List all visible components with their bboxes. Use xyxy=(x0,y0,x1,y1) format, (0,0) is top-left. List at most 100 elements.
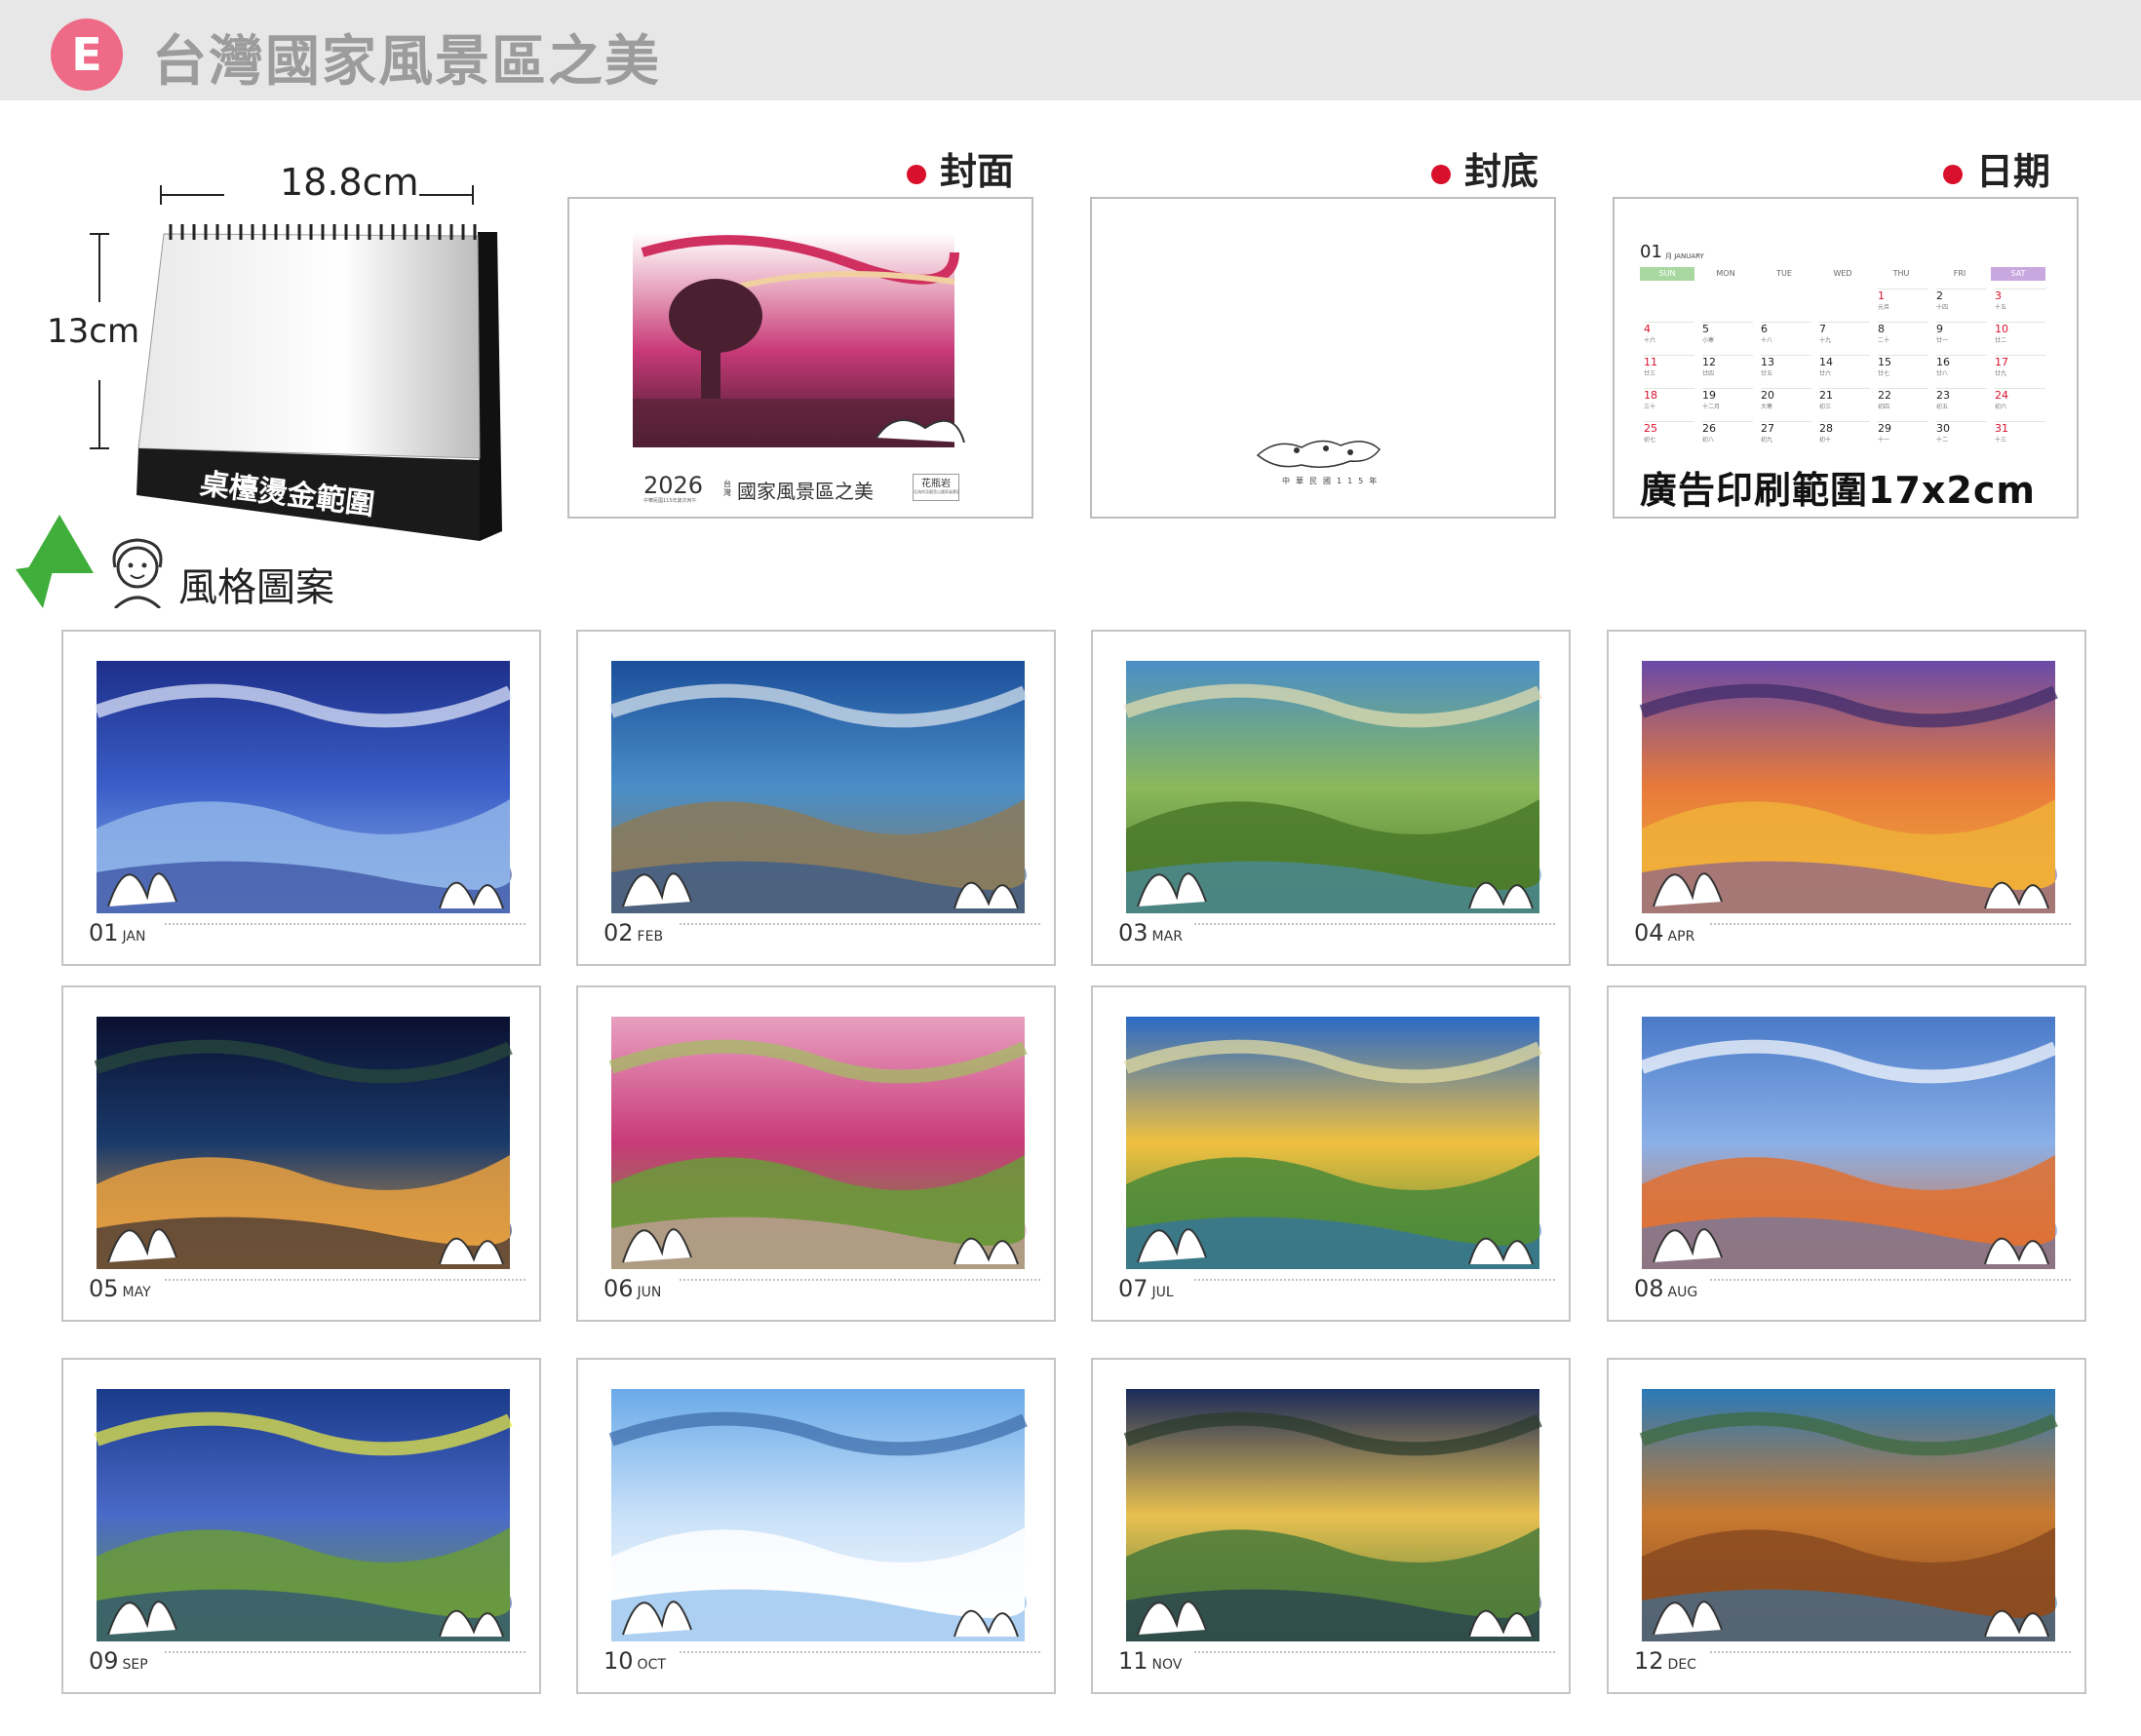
month-abbr: JAN xyxy=(122,929,146,945)
day-strip xyxy=(680,923,1040,943)
back-cover-label: 封底 xyxy=(1431,141,1538,195)
red-dot-icon xyxy=(1431,164,1451,184)
month-card-sep[interactable]: 09 SEP xyxy=(61,1358,541,1694)
calendar-day: 9 廿一 xyxy=(1936,322,1987,344)
month-artwork xyxy=(608,1389,1028,1641)
calendar-day: 19 十二月 xyxy=(1702,388,1753,410)
date-calendar-grid: SUN MON TUE WED THU FRI SAT 1 元旦 2 十四 3 十五 4 十六 5 小寒 6 十八 7… xyxy=(1640,267,2059,452)
lunar-date: 廿六 xyxy=(1819,370,1832,377)
calendar-day: 31 十三 xyxy=(1995,421,2045,444)
front-cover-year: 2026 xyxy=(643,472,704,499)
month-number: 09 xyxy=(89,1647,119,1675)
ad-print-area-label: 廣告印刷範圍17x2cm xyxy=(1640,469,2036,512)
month-card-dec[interactable]: 12 DEC xyxy=(1607,1358,2086,1694)
girl-face-icon xyxy=(105,534,170,612)
lunar-date: 初八 xyxy=(1702,437,1715,444)
month-artwork xyxy=(1639,1017,2058,1269)
back-cover-text: 中華民國115年 xyxy=(1282,477,1383,485)
month-number: 07 xyxy=(1118,1275,1148,1302)
calendar-day: 5 小寒 xyxy=(1702,322,1753,344)
style-pattern-label: 風格圖案 xyxy=(178,565,334,610)
lunar-date: 廿八 xyxy=(1936,370,1949,377)
month-number: 05 xyxy=(89,1275,119,1302)
date-page-card[interactable]: 01 月 JANUARY SUN MON TUE WED THU FRI SAT 1 元旦 2 十四… xyxy=(1613,197,2079,519)
calendar-day: 7 十九 xyxy=(1819,322,1870,344)
calendar-day: 24 初六 xyxy=(1995,388,2045,410)
month-abbr: OCT xyxy=(637,1657,666,1673)
day-strip xyxy=(1194,923,1555,943)
calendar-day: 1 元旦 xyxy=(1878,289,1928,311)
lunar-date: 十三 xyxy=(1995,437,2007,444)
lunar-date: 廿一 xyxy=(1936,337,1949,344)
day-strip xyxy=(165,1279,526,1298)
month-abbr: MAR xyxy=(1151,929,1183,945)
month-card-may[interactable]: 05 MAY xyxy=(61,985,541,1322)
lunar-date: 十九 xyxy=(1819,337,1832,344)
month-artwork xyxy=(608,661,1028,913)
month-card-oct[interactable]: 10 OCT xyxy=(576,1358,1056,1694)
month-label: 09 SEP xyxy=(89,1647,148,1675)
month-artwork xyxy=(94,1017,513,1269)
weekday-header: TUE xyxy=(1776,269,1792,278)
month-abbr: FEB xyxy=(637,929,664,945)
month-number: 01 xyxy=(89,919,119,946)
weekday-header: WED xyxy=(1833,269,1852,278)
month-card-aug[interactable]: 08 AUG xyxy=(1607,985,2086,1322)
calendar-day: 18 三十 xyxy=(1644,388,1694,410)
calendar-day: 28 初十 xyxy=(1819,421,1870,444)
red-dot-icon xyxy=(907,164,926,184)
lunar-date: 十一 xyxy=(1878,437,1890,444)
month-card-jan[interactable]: 01 JAN xyxy=(61,630,541,966)
green-arrow-icon xyxy=(16,515,94,612)
month-label: 12 DEC xyxy=(1634,1647,1696,1675)
month-label: 02 FEB xyxy=(603,919,663,946)
month-label: 03 MAR xyxy=(1118,919,1183,946)
lunar-date: 十二月 xyxy=(1702,404,1721,410)
width-dimension-label: 18.8cm xyxy=(280,161,419,204)
back-cover-card[interactable]: 中華民國115年 xyxy=(1090,197,1556,519)
month-artwork xyxy=(608,1017,1028,1269)
height-dimension-label: 13cm xyxy=(47,312,140,351)
month-abbr: MAY xyxy=(122,1285,151,1300)
month-card-jul[interactable]: 07 JUL xyxy=(1091,985,1571,1322)
lunar-date: 初六 xyxy=(1995,404,2007,410)
lunar-date: 廿四 xyxy=(1702,370,1715,377)
day-strip xyxy=(1710,1651,2071,1671)
month-card-feb[interactable]: 02 FEB xyxy=(576,630,1056,966)
lunar-date: 元旦 xyxy=(1878,304,1890,311)
day-strip xyxy=(1710,1279,2071,1298)
front-cover-card[interactable]: 2026 中華民國115年歲次丙午 台灣 國家風景區之美 花瓶岩 北海岸及觀音山… xyxy=(567,197,1033,519)
month-number: 03 xyxy=(1118,919,1148,946)
badge-sub: 北海岸及觀音山國家風景區 xyxy=(914,489,958,494)
date-month-number: 01 xyxy=(1640,242,1662,262)
month-card-jun[interactable]: 06 JUN xyxy=(576,985,1056,1322)
lunar-date: 初十 xyxy=(1819,437,1832,444)
calendar-day: 14 廿六 xyxy=(1819,355,1870,377)
lunar-date: 初九 xyxy=(1761,437,1773,444)
lunar-date: 十二 xyxy=(1936,437,1949,444)
month-label: 08 AUG xyxy=(1634,1275,1697,1302)
calendar-day: 20 大寒 xyxy=(1761,388,1811,410)
month-artwork xyxy=(1639,1389,2058,1641)
weekday-header: THU xyxy=(1892,269,1910,278)
lunar-date: 廿三 xyxy=(1644,370,1656,377)
weekday-header: SAT xyxy=(1991,267,2045,281)
month-card-nov[interactable]: 11 NOV xyxy=(1091,1358,1571,1694)
lunar-date: 小寒 xyxy=(1702,337,1715,344)
month-abbr: APR xyxy=(1667,929,1695,945)
lunar-date: 三十 xyxy=(1644,404,1656,410)
month-abbr: NOV xyxy=(1151,1657,1183,1673)
month-abbr: AUG xyxy=(1667,1285,1698,1300)
month-card-mar[interactable]: 03 MAR xyxy=(1091,630,1571,966)
lunar-date: 廿九 xyxy=(1995,370,2007,377)
month-card-apr[interactable]: 04 APR xyxy=(1607,630,2086,966)
lunar-date: 廿二 xyxy=(1995,337,2007,344)
month-number: 06 xyxy=(603,1275,634,1302)
calendar-day: 22 初四 xyxy=(1878,388,1928,410)
month-abbr: JUL xyxy=(1151,1285,1174,1300)
date-page-text: 日期 xyxy=(1976,150,2051,193)
month-number: 08 xyxy=(1634,1275,1664,1302)
front-cover-artwork xyxy=(633,233,965,447)
lunar-date: 初七 xyxy=(1644,437,1656,444)
calendar-day: 4 十六 xyxy=(1644,322,1694,344)
